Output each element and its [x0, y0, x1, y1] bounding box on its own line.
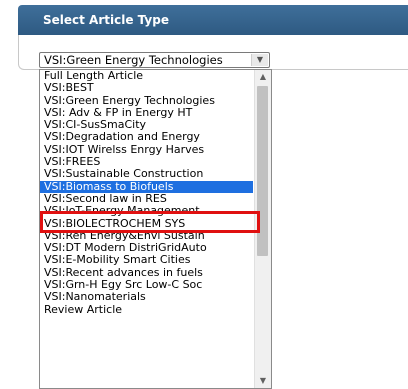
option-vsi-best[interactable]: VSI:BEST — [40, 81, 253, 94]
option-vsi-nanomaterials[interactable]: VSI:Nanomaterials — [40, 291, 253, 304]
panel-title: Select Article Type — [43, 13, 169, 27]
option-vsi-biolectrochem-sys[interactable]: VSI:BIOLECTROCHEM SYS — [40, 217, 253, 230]
dropdown-scrollbar[interactable]: ▲ ▼ — [254, 70, 271, 388]
article-type-select[interactable]: VSI:Green Energy Technologies ▼ — [39, 52, 270, 68]
scroll-down-arrow-icon[interactable]: ▼ — [255, 374, 271, 388]
panel-header: Select Article Type — [18, 5, 408, 35]
select-value: VSI:Green Energy Technologies — [44, 53, 223, 67]
option-vsi-e-mobility-smart-cities[interactable]: VSI:E-Mobility Smart Cities — [40, 254, 253, 267]
option-vsi-sustainable-construction[interactable]: VSI:Sustainable Construction — [40, 168, 253, 181]
option-vsi-degradation-energy[interactable]: VSI:Degradation and Energy — [40, 131, 253, 144]
scroll-thumb[interactable] — [257, 86, 268, 256]
chevron-down-icon[interactable]: ▼ — [251, 54, 268, 66]
option-review-article[interactable]: Review Article — [40, 303, 253, 316]
option-vsi-iot-energy-management[interactable]: VSI:IoT-Energy Management — [40, 204, 253, 217]
article-type-dropdown[interactable]: Full Length Article VSI:BEST VSI:Green E… — [39, 69, 272, 389]
option-list: Full Length Article VSI:BEST VSI:Green E… — [40, 70, 253, 316]
scroll-up-arrow-icon[interactable]: ▲ — [255, 70, 271, 84]
